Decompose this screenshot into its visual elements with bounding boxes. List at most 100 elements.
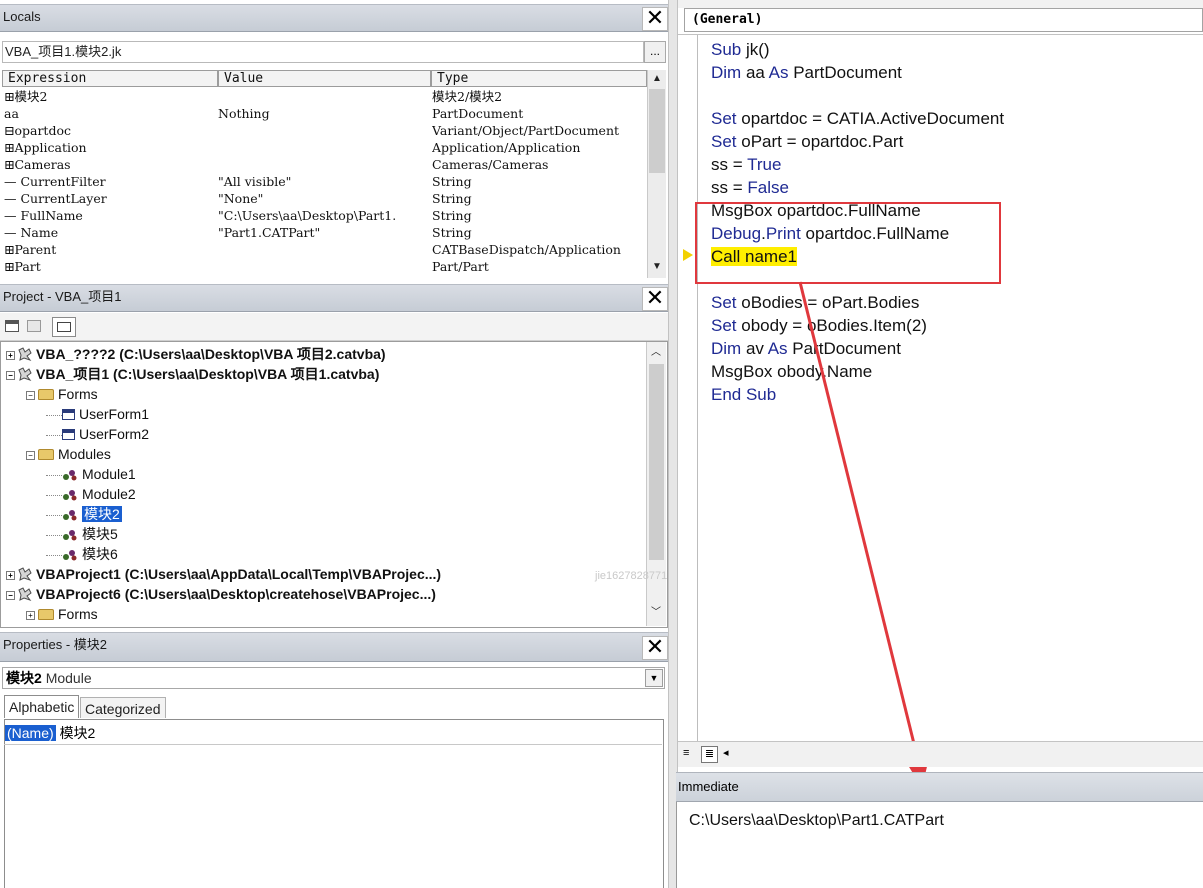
module-icon xyxy=(62,486,78,501)
collapse-icon[interactable]: − xyxy=(6,370,15,380)
code-line[interactable]: End Sub xyxy=(711,383,776,406)
scroll-up-icon[interactable]: ︿ xyxy=(647,344,665,362)
full-module-view-icon[interactable]: ≣ xyxy=(701,746,718,763)
code-line[interactable]: Dim aa As PartDocument xyxy=(711,61,902,84)
tree-item[interactable]: UserForm1 xyxy=(46,404,149,424)
chevron-down-icon[interactable]: ▼ xyxy=(645,669,663,687)
code-keyword: As xyxy=(767,339,793,358)
property-row-name[interactable]: (Name) 模块2 xyxy=(5,722,95,744)
locals-row[interactable]: — Name "Part1.CATPart" String xyxy=(2,224,647,241)
locals-scrollbar[interactable]: ▲ ▼ xyxy=(647,70,666,278)
code-margin[interactable] xyxy=(678,35,698,741)
code-keyword: Dim xyxy=(711,63,746,82)
collapse-icon[interactable]: − xyxy=(6,590,15,600)
locals-col-value[interactable]: Value xyxy=(218,70,431,87)
locals-row[interactable]: ⊞Cameras Cameras/Cameras xyxy=(2,156,647,173)
tree-item[interactable]: − Modules xyxy=(26,444,111,464)
properties-object-combo[interactable]: 模块2 Module ▼ xyxy=(2,667,665,689)
code-text: jk() xyxy=(745,40,770,59)
tree-item-label: VBAProject6 (C:\Users\aa\Desktop\createh… xyxy=(36,586,436,602)
tree-item[interactable]: Module2 xyxy=(46,484,136,504)
expand-icon[interactable]: + xyxy=(6,570,15,580)
locals-row[interactable]: aa Nothing PartDocument xyxy=(2,105,647,122)
view-object-icon[interactable] xyxy=(27,320,41,332)
tree-connector xyxy=(46,514,62,516)
locals-type: Variant/Object/PartDocument xyxy=(432,123,620,138)
locals-type: String xyxy=(432,174,472,189)
procedure-view-icon[interactable]: ≡ xyxy=(683,748,695,760)
locals-title-bar: Locals xyxy=(0,4,672,32)
tree-item[interactable]: + Forms xyxy=(26,604,98,624)
collapse-icon[interactable]: − xyxy=(26,390,35,400)
tree-item[interactable]: Module1 xyxy=(46,464,136,484)
tree-item-label: VBA_????2 (C:\Users\aa\Desktop\VBA 项目2.c… xyxy=(36,346,386,362)
module-icon xyxy=(62,466,78,481)
scroll-down-icon[interactable]: ﹀ xyxy=(647,604,665,622)
window-splitter[interactable] xyxy=(668,0,678,888)
hscroll-left-icon[interactable]: ◂ xyxy=(723,746,729,759)
code-text: ss = xyxy=(711,178,748,197)
code-keyword: As xyxy=(768,63,794,82)
locals-type: PartDocument xyxy=(432,106,524,121)
project-close-button[interactable]: ✕ xyxy=(642,287,668,311)
locals-expression: ⊞模块2 xyxy=(4,89,48,104)
locals-row[interactable]: — CurrentLayer "None" String xyxy=(2,190,647,207)
tab-alphabetic[interactable]: Alphabetic xyxy=(4,695,80,718)
code-line[interactable]: Set oPart = opartdoc.Part xyxy=(711,130,903,153)
locals-row[interactable]: ⊞模块2 模块2/模块2 xyxy=(2,88,647,105)
locals-type: Cameras/Cameras xyxy=(432,157,549,172)
locals-type: CATBaseDispatch/Application xyxy=(432,242,621,257)
code-line[interactable]: ss = False xyxy=(711,176,789,199)
code-line[interactable]: Sub jk() xyxy=(711,38,770,61)
locals-call-stack-button[interactable]: ... xyxy=(644,41,666,63)
folder-icon xyxy=(38,449,54,460)
tree-item[interactable]: + VBA_????2 (C:\Users\aa\Desktop\VBA 项目2.… xyxy=(6,344,386,364)
locals-row[interactable]: ⊞Part Part/Part xyxy=(2,258,647,275)
locals-col-type[interactable]: Type xyxy=(431,70,647,87)
code-line[interactable]: Set opartdoc = CATIA.ActiveDocument xyxy=(711,107,1004,130)
tab-categorized[interactable]: Categorized xyxy=(80,697,166,718)
tree-item[interactable]: 模块2 xyxy=(46,504,122,524)
tree-item[interactable]: UserForm2 xyxy=(46,424,149,444)
locals-row[interactable]: ⊞Application Application/Application xyxy=(2,139,647,156)
scroll-thumb[interactable] xyxy=(649,364,664,560)
code-text: PartDocument xyxy=(793,63,902,82)
execution-pointer-icon xyxy=(683,249,693,261)
locals-value: Nothing xyxy=(218,106,270,121)
module-icon xyxy=(62,506,78,521)
code-view-bar: ≡ ≣ ◂ xyxy=(678,741,1203,767)
scroll-down-icon[interactable]: ▼ xyxy=(648,258,666,276)
project-scrollbar[interactable]: ︿ ﹀ xyxy=(646,342,666,626)
tree-item[interactable]: − VBA_项目1 (C:\Users\aa\Desktop\VBA 项目1.ca… xyxy=(6,364,379,384)
object-combo[interactable]: (General) xyxy=(684,8,1203,32)
locals-row[interactable]: — FullName "C:\Users\aa\Desktop\Part1. Str… xyxy=(2,207,647,224)
tree-item[interactable]: + VBAProject1 (C:\Users\aa\AppData\Local\… xyxy=(6,564,441,584)
code-line[interactable]: ss = True xyxy=(711,153,781,176)
locals-row[interactable]: ⊞Parent CATBaseDispatch/Application xyxy=(2,241,647,258)
code-text: ss = xyxy=(711,155,748,174)
locals-row[interactable]: — CurrentFilter "All visible" String xyxy=(2,173,647,190)
tree-item[interactable]: 模块6 xyxy=(46,544,118,564)
view-code-icon[interactable] xyxy=(5,320,19,332)
project-title-bar: Project - VBA_项目1 xyxy=(0,284,672,312)
locals-expression: — CurrentLayer xyxy=(4,191,107,206)
scroll-thumb[interactable] xyxy=(649,89,665,173)
locals-value: "None" xyxy=(218,191,264,206)
locals-type: String xyxy=(432,225,472,240)
annotation-arrow xyxy=(798,281,929,788)
expand-icon[interactable]: + xyxy=(26,610,35,620)
locals-col-expression[interactable]: Expression xyxy=(2,70,218,87)
expand-icon[interactable]: + xyxy=(6,350,15,360)
tree-connector xyxy=(46,474,62,476)
tree-item[interactable]: − Forms xyxy=(26,384,98,404)
props-divider xyxy=(4,744,662,745)
properties-object-name: 模块2 xyxy=(6,670,42,686)
tree-item[interactable]: 模块5 xyxy=(46,524,118,544)
locals-row[interactable]: ⊟opartdoc Variant/Object/PartDocument xyxy=(2,122,647,139)
locals-close-button[interactable]: ✕ xyxy=(642,7,668,31)
tree-item[interactable]: − VBAProject6 (C:\Users\aa\Desktop\create… xyxy=(6,584,436,604)
collapse-icon[interactable]: − xyxy=(26,450,35,460)
properties-close-button[interactable]: ✕ xyxy=(642,636,668,660)
vba-project-icon xyxy=(18,566,32,581)
scroll-up-icon[interactable]: ▲ xyxy=(648,70,666,88)
